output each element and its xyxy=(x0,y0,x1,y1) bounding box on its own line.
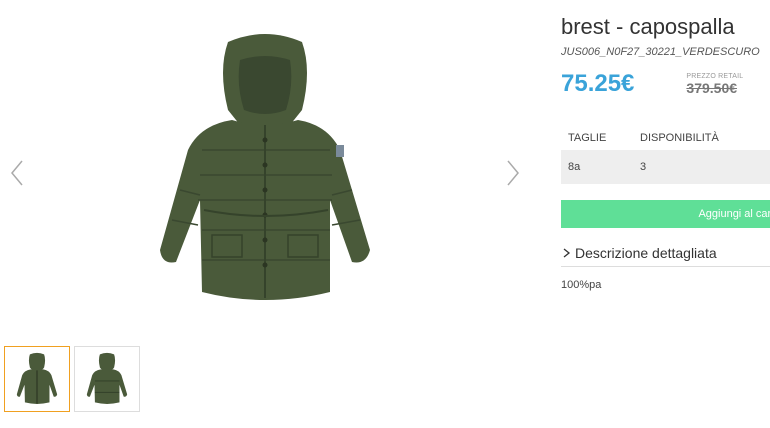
size-row[interactable]: 8a 3 xyxy=(561,150,770,184)
thumbnail-front[interactable] xyxy=(4,346,70,412)
description-toggle[interactable]: Descrizione dettagliata xyxy=(561,240,770,267)
product-price: 75.25€ xyxy=(561,70,635,97)
product-main-image xyxy=(160,34,370,300)
product-gallery xyxy=(0,0,540,340)
chevron-right-icon xyxy=(507,160,519,186)
jacket-front-thumbnail xyxy=(16,352,58,404)
price-row: 75.25€ PREZZO RETAIL 379.50€ xyxy=(561,68,770,98)
retail-price-label: PREZZO RETAIL xyxy=(686,73,744,80)
gallery-prev-button[interactable] xyxy=(8,158,28,188)
jacket-back-thumbnail xyxy=(86,352,128,404)
size-table-header: TAGLIE DISPONIBILITÀ xyxy=(561,126,770,150)
chevron-right-icon xyxy=(563,248,571,258)
product-title: brest - capospalla xyxy=(561,14,735,39)
add-to-cart-button[interactable]: Aggiungi al carrello xyxy=(561,200,770,228)
size-value: 8a xyxy=(568,161,581,173)
size-table: TAGLIE DISPONIBILITÀ 8a 3 xyxy=(561,126,770,184)
gallery-next-button[interactable] xyxy=(502,158,522,188)
description-text: 100%pa xyxy=(561,279,602,291)
chevron-left-icon xyxy=(11,160,23,186)
availability-header: DISPONIBILITÀ xyxy=(640,132,719,144)
description-toggle-label: Descrizione dettagliata xyxy=(575,245,717,261)
retail-price: 379.50€ xyxy=(686,80,738,96)
thumbnail-back[interactable] xyxy=(74,346,140,412)
product-info: brest - capospalla JUS006_N0F27_30221_VE… xyxy=(561,0,770,291)
availability-value: 3 xyxy=(640,161,647,173)
retail-price-block: PREZZO RETAIL 379.50€ xyxy=(686,73,743,96)
product-sku: JUS006_N0F27_30221_VERDESCURO xyxy=(561,46,760,58)
thumbnail-strip xyxy=(4,346,140,412)
size-header: TAGLIE xyxy=(568,132,607,144)
add-to-cart-label: Aggiungi al carrello xyxy=(698,208,770,220)
